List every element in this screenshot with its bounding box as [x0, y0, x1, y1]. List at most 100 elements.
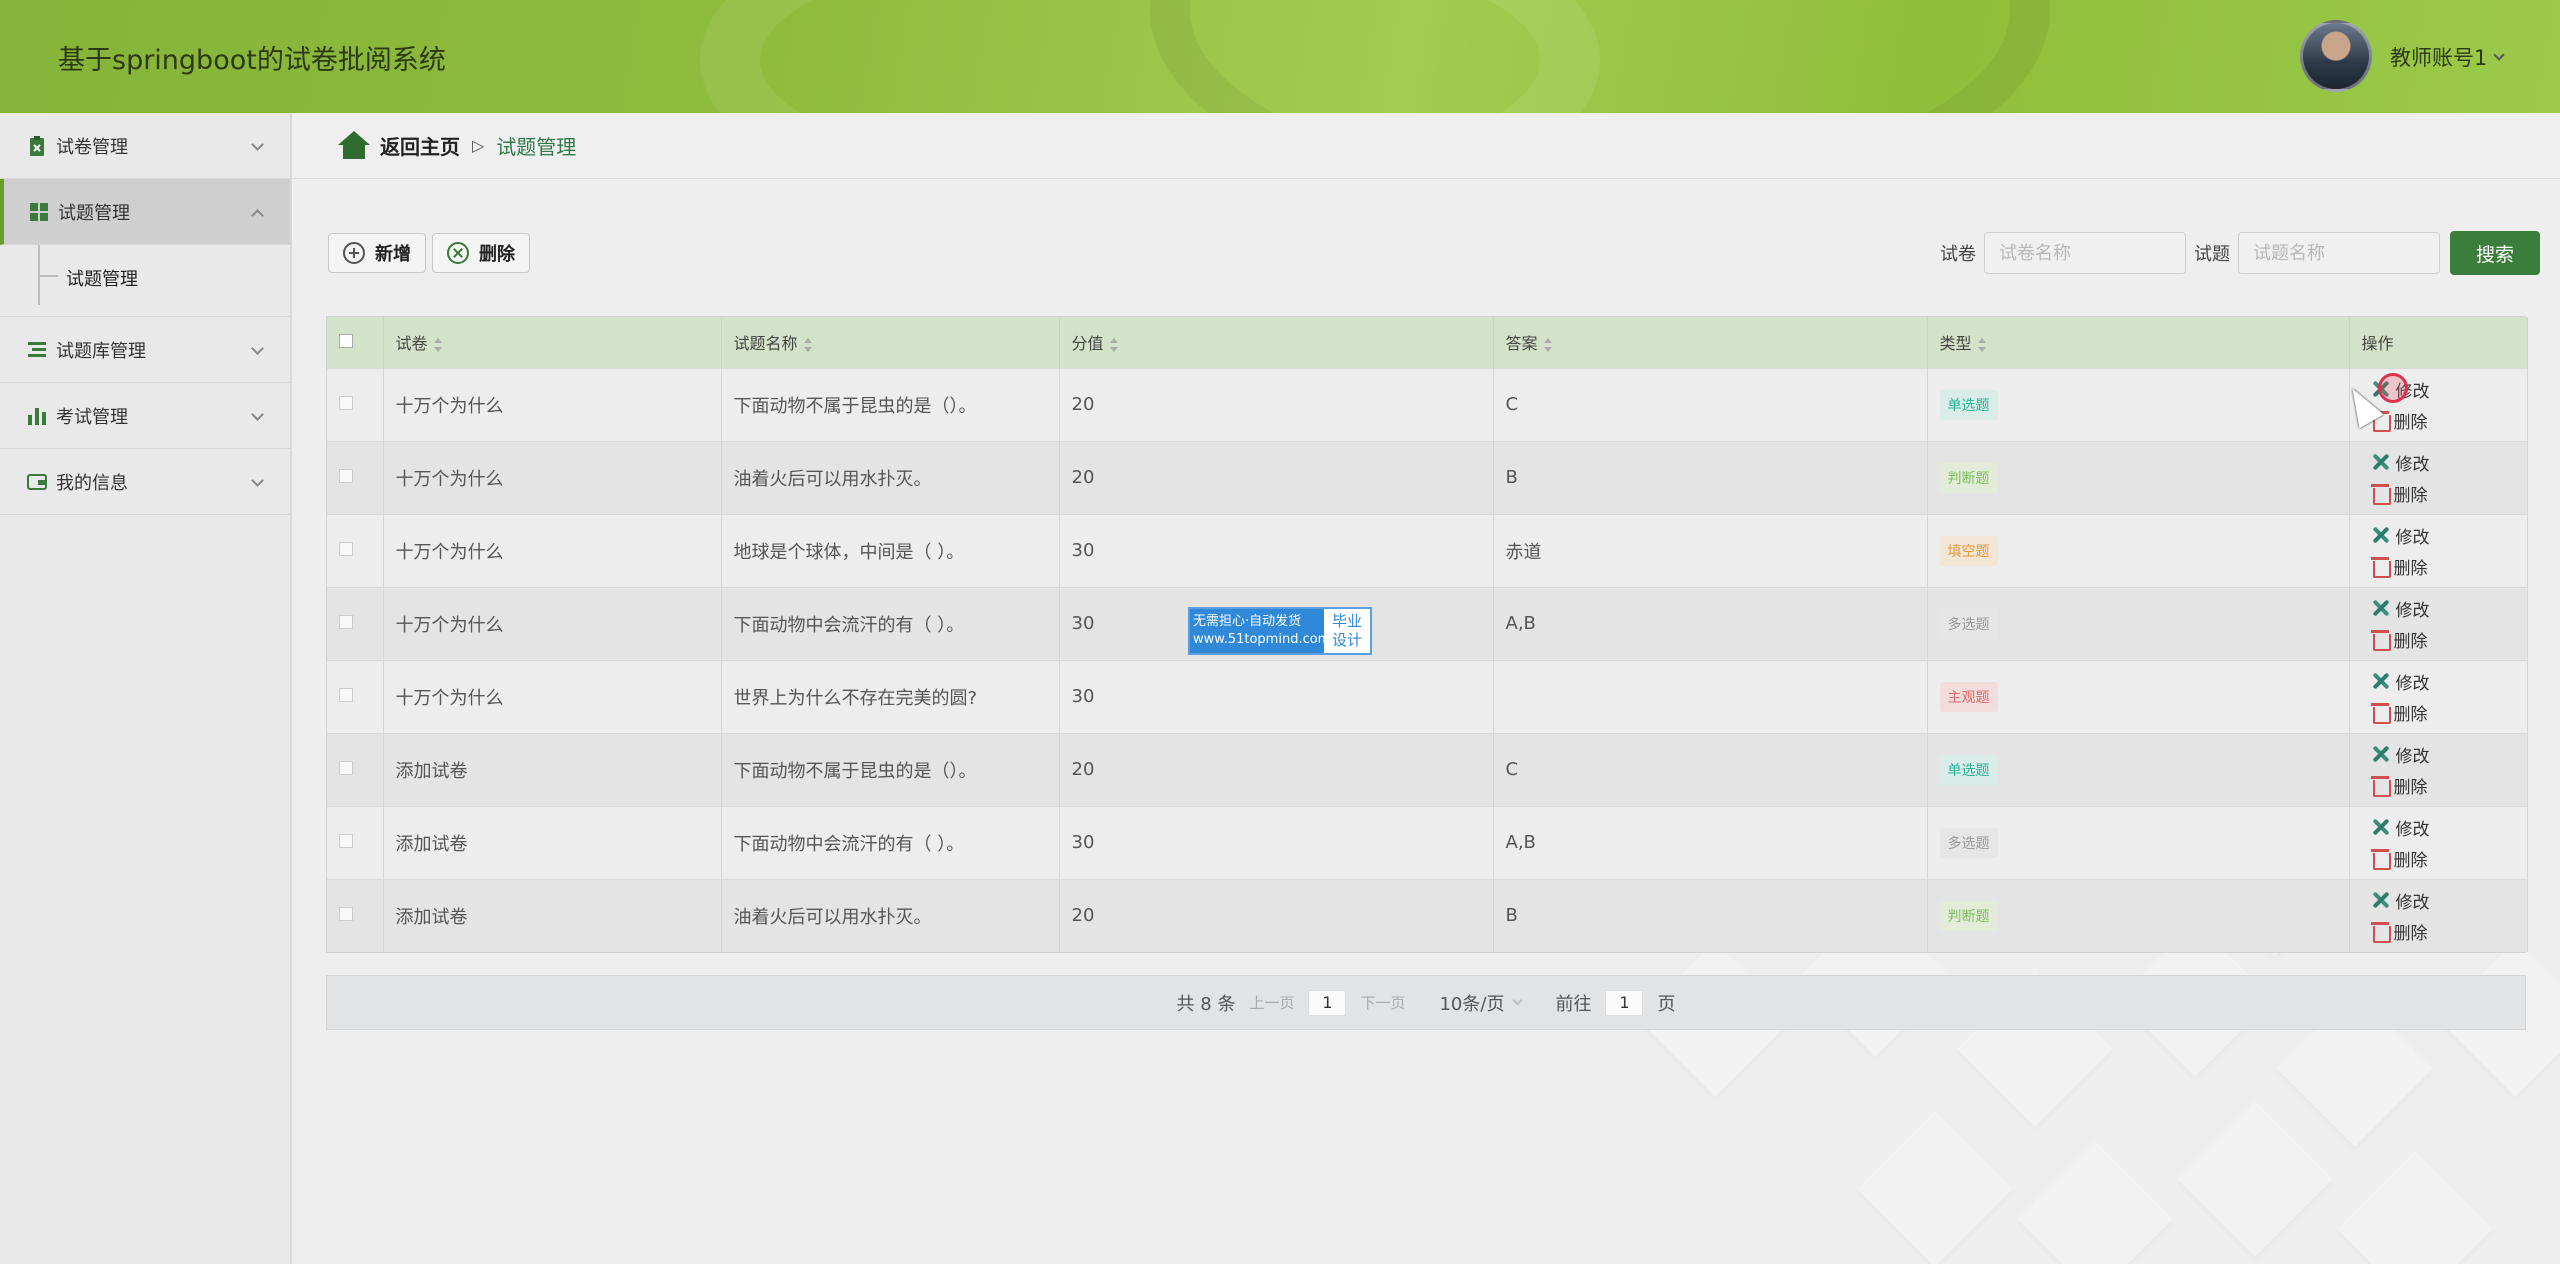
sort-icon[interactable] [1109, 337, 1118, 352]
delete-label: 删除 [2393, 631, 2428, 652]
page-size-select[interactable]: 10条/页 [1439, 990, 1523, 1016]
table-row[interactable]: 添加试卷 油着火后可以用水扑灭。 20 B 判断题 修改 删除 [327, 878, 2528, 952]
question-search-input[interactable] [2238, 232, 2440, 274]
select-all-checkbox[interactable] [339, 333, 353, 348]
delete-button[interactable]: 删除 [2370, 700, 2527, 725]
delete-button[interactable]: 删除 [2370, 481, 2527, 506]
type-badge: 填空题 [1939, 535, 1998, 566]
delete-button[interactable]: 删除 [2370, 408, 2527, 433]
cell-paper: 十万个为什么 [383, 367, 722, 441]
table-row[interactable]: 十万个为什么 下面动物中会流汗的有（ ）。 30 A,B 多选题 修改 删除 [327, 586, 2528, 660]
row-checkbox[interactable] [339, 761, 353, 775]
question-table: 试卷 试题名称 分值 答案 类型 操作 十万个为什么 下面动物不属于昆虫的是（）。… [326, 316, 2528, 953]
row-checkbox[interactable] [339, 688, 353, 702]
type-badge: 多选题 [1939, 608, 1998, 639]
delete-button[interactable]: 删除 [2370, 773, 2527, 798]
table-row[interactable]: 添加试卷 下面动物中会流汗的有（ ）。 30 A,B 多选题 修改 删除 [327, 805, 2528, 879]
breadcrumb-home-link[interactable]: 返回主页 [380, 131, 460, 160]
edit-button[interactable]: 修改 [2370, 888, 2527, 913]
sidebar-item-question-bank[interactable]: 试题库管理 [0, 317, 290, 383]
cell-answer: C [1493, 732, 1928, 806]
column-header-paper[interactable]: 试卷 [383, 317, 722, 368]
home-icon[interactable] [338, 130, 370, 161]
edit-button[interactable]: 修改 [2370, 523, 2527, 548]
row-select-cell [327, 659, 384, 733]
sidebar-item-my-info[interactable]: 我的信息 [0, 449, 290, 515]
delete-label: 删除 [2393, 485, 2428, 506]
cell-actions: 修改删除 [2349, 878, 2528, 952]
row-checkbox[interactable] [339, 469, 353, 483]
cell-type: 多选题 [1927, 586, 2350, 660]
trash-icon [2370, 847, 2391, 870]
chevron-down-icon [251, 342, 264, 355]
table-row[interactable]: 十万个为什么 地球是个球体，中间是（ ）。 30 赤道 填空题 修改 删除 [327, 513, 2528, 587]
row-checkbox[interactable] [339, 834, 353, 848]
delete-button[interactable]: 删除 [2370, 627, 2527, 652]
next-page-button[interactable]: 下一页 [1360, 992, 1405, 1013]
paper-search-input[interactable] [1984, 232, 2186, 274]
table-row[interactable]: 十万个为什么 下面动物不属于昆虫的是（）。 20 C 单选题 修改 删除 [327, 367, 2528, 441]
wrench-icon [2370, 524, 2392, 546]
plus-circle-icon [343, 242, 365, 264]
table-row[interactable]: 十万个为什么 世界上为什么不存在完美的圆? 30 主观题 修改 删除 [327, 659, 2528, 733]
edit-button[interactable]: 修改 [2370, 596, 2527, 621]
sidebar-item-exam-management[interactable]: 考试管理 [0, 383, 290, 449]
type-badge: 判断题 [1939, 462, 1998, 493]
sidebar-subitem-question-management[interactable]: 试题管理 [0, 245, 290, 317]
column-header-answer[interactable]: 答案 [1493, 317, 1928, 368]
row-checkbox[interactable] [339, 615, 353, 629]
avatar[interactable] [2300, 20, 2372, 92]
breadcrumb-separator: ▷ [472, 136, 485, 155]
row-checkbox[interactable] [339, 542, 353, 556]
delete-label: 删除 [2393, 923, 2428, 944]
type-badge: 主观题 [1939, 681, 1998, 712]
row-checkbox[interactable] [339, 396, 353, 410]
edit-button[interactable]: 修改 [2370, 450, 2527, 475]
prev-page-button[interactable]: 上一页 [1249, 992, 1294, 1013]
wrench-icon [2370, 889, 2392, 911]
column-header-label: 答案 [1505, 334, 1538, 354]
cell-score: 30 [1059, 805, 1494, 879]
cell-answer: B [1493, 878, 1928, 952]
sort-icon[interactable] [803, 337, 812, 352]
column-header-type[interactable]: 类型 [1927, 317, 2350, 368]
delete-button[interactable]: 删除 [2370, 919, 2527, 944]
user-menu[interactable]: 教师账号1 [2390, 42, 2506, 72]
goto-page-input[interactable]: 1 [1605, 989, 1644, 1016]
column-header-label: 分值 [1071, 334, 1104, 354]
table-row[interactable]: 添加试卷 下面动物不属于昆虫的是（）。 20 C 单选题 修改 删除 [327, 732, 2528, 806]
cell-score: 20 [1059, 878, 1494, 952]
wrench-icon [2370, 743, 2392, 765]
edit-button[interactable]: 修改 [2370, 669, 2527, 694]
edit-label: 修改 [2395, 600, 2430, 621]
column-header-question[interactable]: 试题名称 [721, 317, 1060, 368]
column-header-label: 类型 [1939, 334, 1972, 354]
toolbar: 新增 删除 [328, 233, 530, 273]
chevron-down-icon [2493, 49, 2506, 61]
cell-answer: A,B [1493, 586, 1928, 660]
sort-icon[interactable] [1543, 337, 1552, 352]
sidebar-item-question-management[interactable]: 试题管理 [0, 179, 290, 245]
sidebar-item-paper-management[interactable]: 试卷管理 [0, 113, 290, 179]
sidebar-item-label: 试题库管理 [56, 340, 146, 362]
delete-button[interactable]: 删除 [2370, 846, 2527, 871]
current-page-number[interactable]: 1 [1308, 989, 1347, 1016]
cell-question: 地球是个球体，中间是（ ）。 [721, 513, 1060, 587]
delete-button-label: 删除 [479, 244, 515, 265]
wallet-icon [27, 473, 47, 490]
column-header-score[interactable]: 分值 [1059, 317, 1494, 368]
sort-icon[interactable] [433, 337, 442, 352]
sort-icon[interactable] [1977, 337, 1986, 352]
search-button[interactable]: 搜索 [2450, 231, 2540, 275]
batch-delete-button[interactable]: 删除 [432, 233, 530, 273]
column-header-actions: 操作 [2349, 317, 2528, 368]
edit-button[interactable]: 修改 [2370, 742, 2527, 767]
edit-button[interactable]: 修改 [2370, 815, 2527, 840]
table-row[interactable]: 十万个为什么 油着火后可以用水扑灭。 20 B 判断题 修改 删除 [327, 440, 2528, 514]
sidebar: 试卷管理 试题管理 试题管理 试题库管理 考试管理 我的信息 [0, 113, 292, 1264]
delete-button[interactable]: 删除 [2370, 554, 2527, 579]
add-button[interactable]: 新增 [328, 233, 426, 273]
row-checkbox[interactable] [339, 907, 353, 922]
sidebar-item-label: 试题管理 [58, 202, 130, 224]
watermark-right: 毕业 设计 [1324, 609, 1370, 653]
